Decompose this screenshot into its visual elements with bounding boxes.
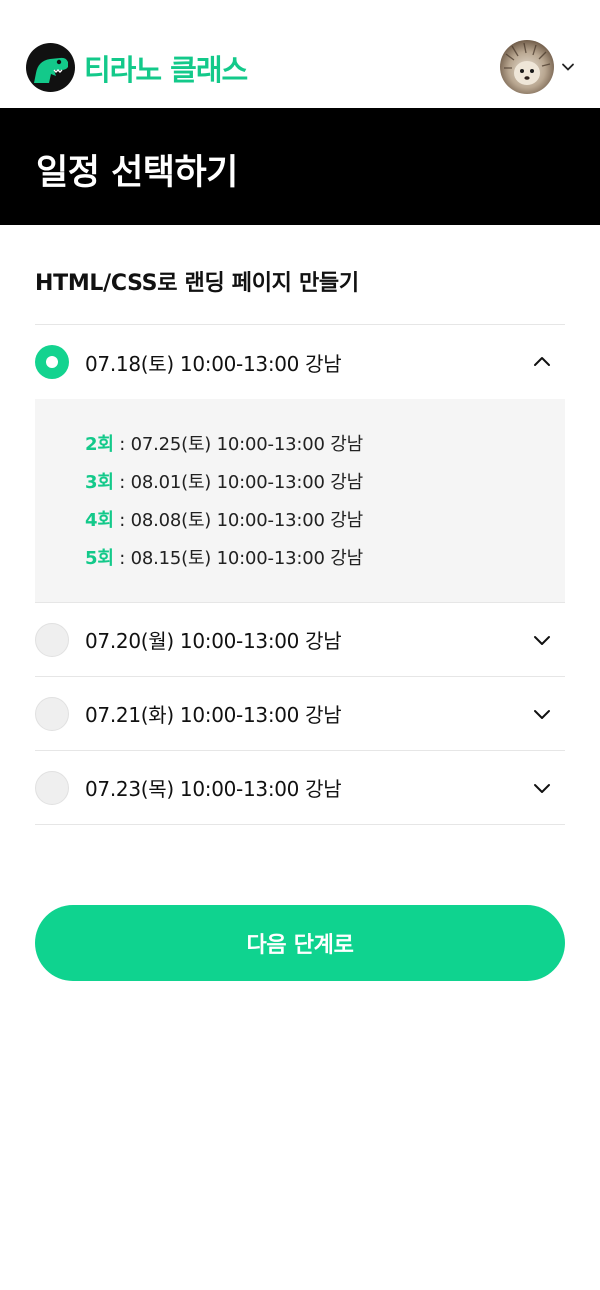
logo-text: 티라노 클래스 (84, 52, 248, 87)
session-round: 3회 (85, 472, 114, 493)
session-text: : 08.15(토) 10:00-13:00 강남 (113, 548, 363, 569)
schedule-option[interactable]: 07.23(목) 10:00-13:00 강남 (35, 751, 565, 825)
session-text: : 08.01(토) 10:00-13:00 강남 (113, 472, 363, 493)
schedule-option[interactable]: 07.21(화) 10:00-13:00 강남 (35, 677, 565, 751)
schedule-option-label: 07.21(화) 10:00-13:00 강남 (85, 703, 342, 727)
brand-logo[interactable]: 티라노 클래스 (26, 43, 248, 92)
chevron-up-icon[interactable] (531, 351, 553, 373)
session-round: 4회 (85, 510, 114, 531)
session-line: 4회 : 08.08(토) 10:00-13:00 강남 (85, 502, 565, 540)
page-title: 일정 선택하기 (36, 153, 238, 193)
schedule-option-label: 07.23(목) 10:00-13:00 강남 (85, 777, 342, 801)
session-details: 2회 : 07.25(토) 10:00-13:00 강남 3회 : 08.01(… (35, 399, 565, 603)
schedule-option[interactable]: 07.20(월) 10:00-13:00 강남 (35, 603, 565, 677)
schedule-option[interactable]: 07.18(토) 10:00-13:00 강남 (35, 325, 565, 399)
schedule-option-label: 07.18(토) 10:00-13:00 강남 (85, 351, 342, 376)
session-text: : 08.08(토) 10:00-13:00 강남 (113, 510, 363, 531)
session-round: 2회 (85, 434, 114, 455)
profile-menu[interactable] (500, 40, 576, 94)
schedule-content: HTML/CSS로 랜딩 페이지 만들기 07.18(토) 10:00-13:0… (0, 265, 600, 825)
session-round: 5회 (85, 548, 114, 569)
dinosaur-logo-icon (26, 43, 75, 92)
course-title: HTML/CSS로 랜딩 페이지 만들기 (35, 265, 565, 325)
radio-selected[interactable] (35, 345, 69, 379)
session-line: 3회 : 08.01(토) 10:00-13:00 강남 (85, 464, 565, 502)
radio-unselected[interactable] (35, 622, 69, 657)
chevron-down-icon[interactable] (531, 777, 553, 799)
page-title-band: 일정 선택하기 (0, 108, 600, 225)
chevron-down-icon[interactable] (531, 629, 553, 651)
session-line: 2회 : 07.25(토) 10:00-13:00 강남 (85, 426, 565, 464)
session-text: : 07.25(토) 10:00-13:00 강남 (113, 434, 363, 455)
next-step-button[interactable]: 다음 단계로 (35, 905, 565, 981)
app-header: 티라노 클래스 (0, 0, 600, 108)
session-line: 5회 : 08.15(토) 10:00-13:00 강남 (85, 540, 565, 578)
radio-unselected[interactable] (35, 696, 69, 731)
chevron-down-icon[interactable] (531, 703, 553, 725)
avatar[interactable] (500, 40, 554, 94)
schedule-option-label: 07.20(월) 10:00-13:00 강남 (85, 629, 342, 653)
radio-unselected[interactable] (35, 770, 69, 805)
chevron-down-icon[interactable] (560, 59, 576, 75)
